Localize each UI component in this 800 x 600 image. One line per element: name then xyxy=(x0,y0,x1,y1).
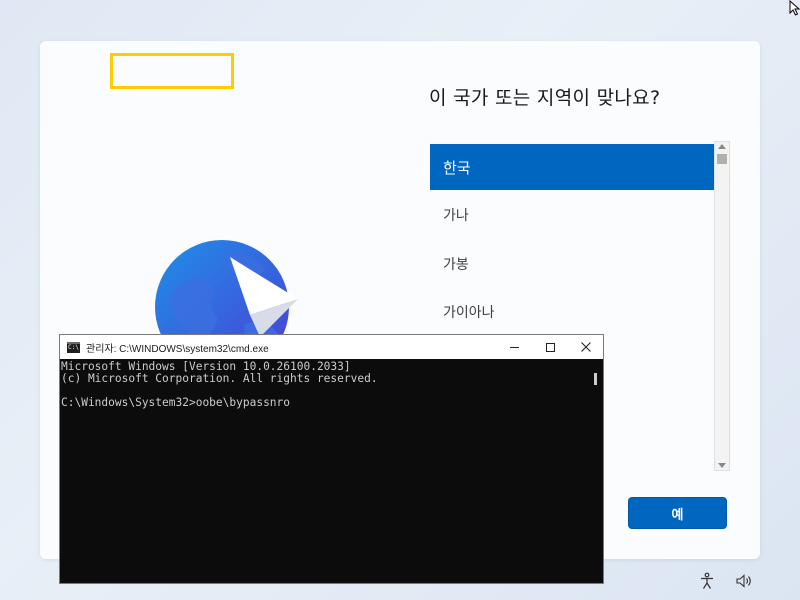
close-icon xyxy=(581,342,591,352)
scrollbar-thumb[interactable] xyxy=(717,154,727,164)
console-command-line: C:\Windows\System32>oobe\bypassnro xyxy=(61,396,291,409)
close-button[interactable] xyxy=(568,335,604,359)
cmd-window[interactable]: C:\ 관리자: C:\WINDOWS\system32\cmd.exe Mic… xyxy=(59,334,604,584)
list-scrollbar[interactable] xyxy=(714,141,730,471)
desktop-background: 이 국가 또는 지역이 맞나요? 한국 가나 가봉 가이아나 예 C:\ 관리자… xyxy=(0,0,800,600)
list-item-country-selected[interactable]: 한국 xyxy=(430,144,715,190)
list-item-label: 가이아나 xyxy=(443,305,495,321)
scroll-down-icon[interactable] xyxy=(718,463,726,468)
list-item-label: 가봉 xyxy=(443,257,469,273)
minimize-icon xyxy=(509,346,519,348)
console-line: (c) Microsoft Corporation. All rights re… xyxy=(61,372,378,385)
console-scrollbar[interactable] xyxy=(594,373,597,385)
scroll-up-icon[interactable] xyxy=(718,144,726,149)
list-item-country[interactable]: 가이아나 xyxy=(430,289,715,335)
yes-button[interactable]: 예 xyxy=(628,497,727,529)
volume-icon[interactable] xyxy=(736,574,752,588)
accessibility-icon[interactable] xyxy=(699,572,715,590)
list-item-country[interactable]: 가나 xyxy=(430,192,715,238)
cmd-title-bar[interactable]: C:\ 관리자: C:\WINDOWS\system32\cmd.exe xyxy=(60,335,603,359)
mouse-cursor-icon xyxy=(789,0,800,16)
maximize-icon xyxy=(545,342,555,352)
list-item-country[interactable]: 가봉 xyxy=(430,241,715,287)
cmd-app-icon: C:\ xyxy=(67,341,80,353)
yes-button-label: 예 xyxy=(671,507,684,523)
list-item-label: 가나 xyxy=(443,208,469,224)
window-title: 관리자: C:\WINDOWS\system32\cmd.exe xyxy=(86,343,269,355)
page-title: 이 국가 또는 지역이 맞나요? xyxy=(429,87,661,109)
minimize-button[interactable] xyxy=(496,335,532,359)
list-item-label: 한국 xyxy=(443,158,471,177)
console-output[interactable]: Microsoft Windows [Version 10.0.26100.20… xyxy=(60,359,603,583)
maximize-button[interactable] xyxy=(532,335,568,359)
